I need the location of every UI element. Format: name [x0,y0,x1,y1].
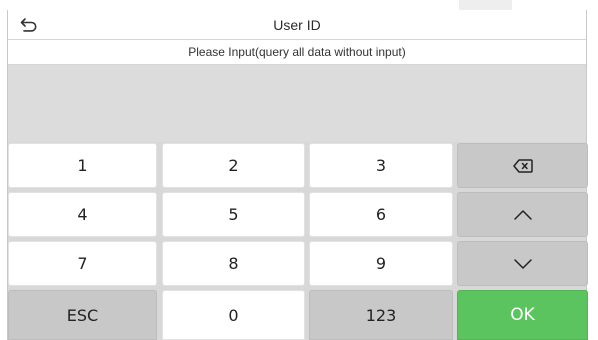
input-prompt: Please Input(query all data without inpu… [8,40,586,65]
key-9[interactable]: 9 [309,241,453,286]
header-bar: User ID [8,10,586,40]
key-5[interactable]: 5 [162,192,305,237]
esc-button[interactable]: ESC [8,290,157,340]
screen: User ID Please Input(query all data with… [0,0,598,340]
up-button[interactable] [457,192,588,237]
key-2[interactable]: 2 [162,143,305,188]
key-8[interactable]: 8 [162,241,305,286]
device-screen: User ID Please Input(query all data with… [7,10,588,340]
numeric-keypad: 1 2 3 4 5 6 7 8 9 ESC 0 123 OK [8,142,588,340]
page-title: User ID [273,17,321,33]
back-arrow-icon[interactable] [20,17,38,33]
backspace-icon [512,158,533,173]
chevron-down-icon [513,258,532,269]
chevron-up-icon [513,209,532,220]
key-3[interactable]: 3 [309,143,453,188]
down-button[interactable] [457,241,588,286]
key-6[interactable]: 6 [309,192,453,237]
key-4[interactable]: 4 [8,192,157,237]
key-7[interactable]: 7 [8,241,157,286]
key-1[interactable]: 1 [8,143,157,188]
key-0[interactable]: 0 [162,290,305,340]
backspace-button[interactable] [457,143,588,188]
ok-button[interactable]: OK [457,290,588,340]
input-mode-button[interactable]: 123 [309,290,453,340]
user-id-input[interactable] [8,65,586,142]
